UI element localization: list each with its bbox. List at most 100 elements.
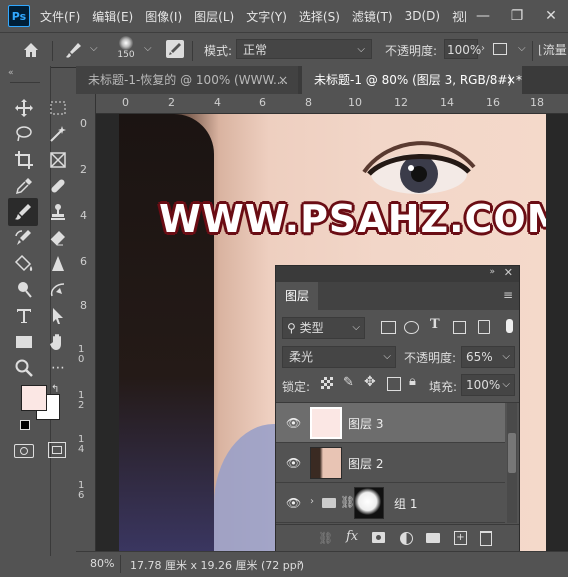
blend-mode-select[interactable]: 柔光 ⌵ <box>282 346 396 368</box>
layer-row-3[interactable]: 👁︎ 图层 3 <box>276 403 505 443</box>
tab-label: 未标题-1-恢复的 @ 100% (WWW.... <box>88 73 289 87</box>
close-tab-icon[interactable]: × <box>506 66 516 94</box>
delete-layer-icon[interactable] <box>480 531 492 546</box>
foreground-color-swatch[interactable] <box>21 385 47 411</box>
hand-tool-icon[interactable] <box>46 330 70 354</box>
eraser-tool-icon[interactable] <box>46 226 70 250</box>
opacity-field[interactable]: 100% <box>444 39 481 59</box>
eyedropper-tool-icon[interactable] <box>12 174 36 198</box>
scrollbar-thumb[interactable] <box>508 433 516 473</box>
rectangle-tool-icon[interactable] <box>12 330 36 354</box>
visibility-eye-icon[interactable]: 👁︎ <box>286 456 301 470</box>
mask-link-icon[interactable]: ⛓︎ <box>340 495 355 509</box>
crop-tool-icon[interactable] <box>12 148 36 172</box>
filter-shape-icon[interactable] <box>453 321 466 334</box>
expand-group-icon[interactable]: › <box>310 496 314 507</box>
pen-tool-icon[interactable] <box>46 278 70 302</box>
lock-position-icon[interactable]: ✥ <box>364 374 376 390</box>
mode-select[interactable]: 正常 ⌵ <box>236 39 372 59</box>
layer-filter-select[interactable]: ⚲ 类型 ⌵ <box>282 317 365 339</box>
marquee-tool-icon[interactable] <box>46 96 70 120</box>
magic-wand-tool-icon[interactable] <box>46 122 70 146</box>
menu-3d[interactable]: 3D(D) <box>405 9 440 23</box>
adjustment-layer-icon[interactable] <box>400 532 413 545</box>
menu-layer[interactable]: 图层(L) <box>194 8 234 25</box>
chevron-down-icon[interactable]: ⌵ <box>90 43 98 54</box>
type-tool-icon[interactable] <box>12 304 36 328</box>
lasso-tool-icon[interactable] <box>12 122 36 146</box>
history-brush-tool-icon[interactable] <box>12 226 36 250</box>
menu-edit[interactable]: 编辑(E) <box>92 8 133 25</box>
menu-image[interactable]: 图像(I) <box>145 8 182 25</box>
healing-brush-tool-icon[interactable] <box>46 174 70 198</box>
close-button[interactable]: ✕ <box>534 0 568 32</box>
brush-tool-icon[interactable] <box>8 198 38 226</box>
filter-pixel-icon[interactable] <box>381 321 396 334</box>
filter-adjustment-icon[interactable] <box>404 321 419 334</box>
layer-fill-field[interactable]: 100% ⌵ <box>461 374 515 396</box>
default-colors-icon[interactable] <box>20 420 30 430</box>
layer-effects-icon[interactable]: fx <box>346 529 358 544</box>
chevron-down-icon[interactable]: ⌵ <box>144 43 152 54</box>
chevron-down-icon[interactable]: ⌵ <box>518 43 526 54</box>
new-group-icon[interactable] <box>426 533 440 543</box>
visibility-eye-icon[interactable]: 👁︎ <box>286 496 301 510</box>
path-selection-tool-icon[interactable] <box>46 304 70 328</box>
swap-colors-icon[interactable]: ↰ <box>51 384 59 395</box>
menu-select[interactable]: 选择(S) <box>299 8 340 25</box>
close-tab-icon[interactable]: × <box>278 66 288 94</box>
layer-opacity-field[interactable]: 65% ⌵ <box>461 346 515 368</box>
restore-button[interactable]: ❐ <box>500 0 534 32</box>
minimize-button[interactable]: — <box>466 0 500 32</box>
brush-tool-preset-icon[interactable] <box>64 41 84 62</box>
brush-size-picker[interactable]: 150 <box>114 36 138 60</box>
lock-pixels-icon[interactable]: ✎ <box>343 375 354 390</box>
move-tool-icon[interactable] <box>12 96 36 120</box>
filter-type-icon[interactable]: T <box>430 317 440 332</box>
hair-region <box>119 114 214 551</box>
menu-file[interactable]: 文件(F) <box>40 8 80 25</box>
menu-type[interactable]: 文字(Y) <box>246 8 287 25</box>
frame-tool-icon[interactable] <box>46 148 70 172</box>
mode-label: 模式: <box>204 44 233 58</box>
zoom-tool-icon[interactable] <box>12 356 36 380</box>
sharpen-tool-icon[interactable] <box>46 252 70 276</box>
screen-mode-icon[interactable] <box>48 442 66 458</box>
filter-smart-object-icon[interactable] <box>478 320 490 334</box>
clone-stamp-tool-icon[interactable] <box>46 200 70 224</box>
layers-scrollbar[interactable] <box>507 403 517 523</box>
chevron-right-icon[interactable]: › <box>481 43 485 54</box>
group-mask-thumbnail[interactable] <box>354 487 384 519</box>
filter-toggle[interactable] <box>506 319 513 333</box>
panel-menu-icon[interactable]: ≡ <box>503 288 513 302</box>
lock-transparency-icon[interactable] <box>321 377 333 389</box>
link-layers-icon[interactable]: ⛓︎ <box>318 531 333 545</box>
tab-label: 未标题-1 @ 80% (图层 3, RGB/8#) * <box>314 73 522 87</box>
more-tools-icon[interactable]: ⋯ <box>46 356 70 380</box>
new-layer-icon[interactable]: + <box>454 531 467 545</box>
ruler-label: 8 <box>305 96 312 109</box>
close-panel-icon[interactable]: ✕ <box>504 266 513 279</box>
lock-all-icon[interactable]: 🔒︎ <box>409 374 416 389</box>
tab-document-active[interactable]: 未标题-1 @ 80% (图层 3, RGB/8#) * × <box>302 66 522 94</box>
visibility-eye-icon[interactable]: 👁︎ <box>286 416 301 430</box>
tab-document-recovered[interactable]: 未标题-1-恢复的 @ 100% (WWW.... × <box>76 66 298 94</box>
collapse-panel-icon[interactable]: » <box>489 267 495 277</box>
paint-bucket-tool-icon[interactable] <box>12 252 36 276</box>
chevron-right-icon[interactable]: › <box>298 556 302 569</box>
lock-artboard-icon[interactable] <box>387 377 401 391</box>
pressure-opacity-icon[interactable] <box>493 43 507 55</box>
brush-settings-icon[interactable] <box>166 40 184 58</box>
menu-filter[interactable]: 滤镜(T) <box>352 8 393 25</box>
home-icon[interactable] <box>22 41 40 62</box>
ruler-label: 18 <box>530 96 544 109</box>
layer-row-2[interactable]: 👁︎ 图层 2 <box>276 443 505 483</box>
tab-layers[interactable]: 图层 <box>276 282 318 310</box>
quick-mask-icon[interactable] <box>14 444 34 458</box>
layers-panel: » ✕ 图层 ≡ ⚲ 类型 ⌵ T 柔光 ⌵ 不透明度: 65% ⌵ 锁定: ✎… <box>275 265 520 556</box>
add-mask-icon[interactable] <box>372 532 385 543</box>
dodge-tool-icon[interactable] <box>12 278 36 302</box>
group-row-1[interactable]: 👁︎ › ⛓︎ 组 1 <box>276 483 505 523</box>
collapse-toolbar-icon[interactable]: « <box>8 68 14 78</box>
zoom-level[interactable]: 80% <box>90 557 114 570</box>
